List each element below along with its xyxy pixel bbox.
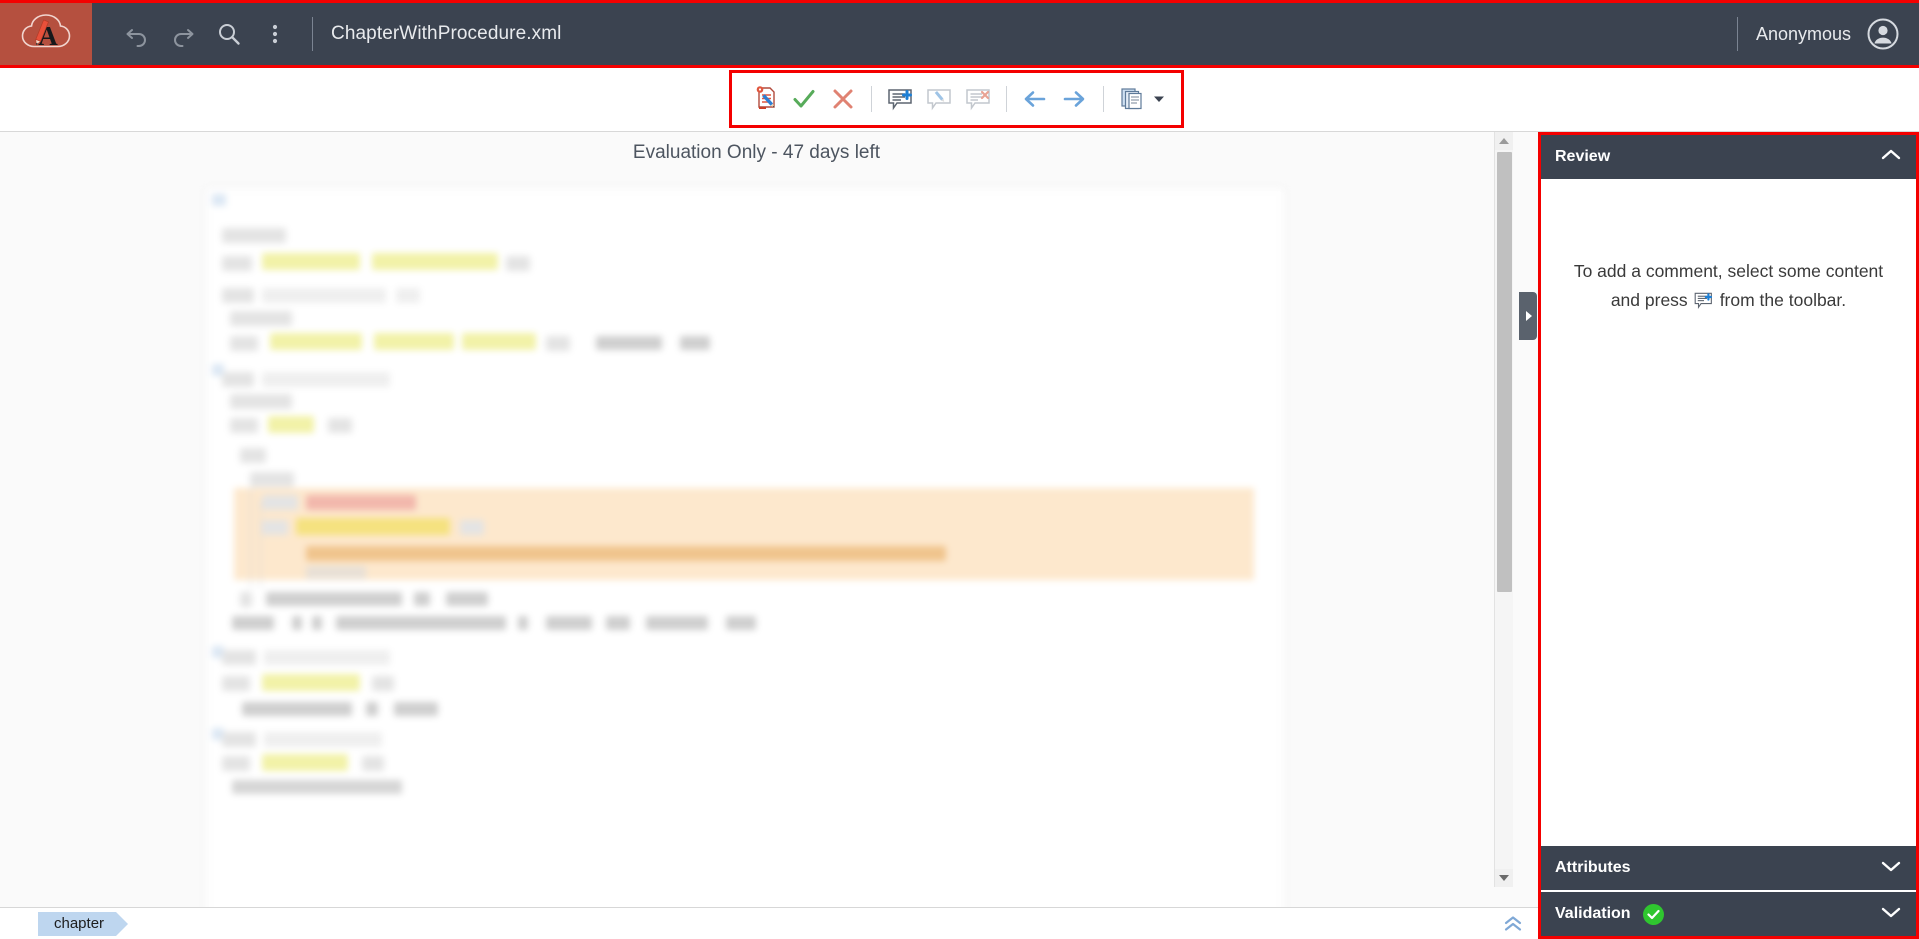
chevron-down-icon[interactable] (1880, 905, 1902, 924)
side-panel: Review To add a comment, select some con… (1538, 132, 1919, 939)
more-options-icon[interactable] (252, 11, 298, 57)
application-window: A ChapterWithProcedure.xml Anonymous Eva… (0, 0, 1919, 939)
undo-icon[interactable] (114, 11, 160, 57)
scroll-down-arrow-icon[interactable] (1495, 869, 1513, 887)
status-bar: chapter (0, 907, 1538, 939)
previous-change-icon[interactable] (1016, 78, 1055, 120)
toolbar-divider-1 (871, 86, 873, 112)
next-change-icon[interactable] (1055, 78, 1094, 120)
dropdown-caret-icon[interactable] (1151, 78, 1167, 120)
document-vertical-scrollbar[interactable] (1494, 132, 1513, 887)
header-user-area: Anonymous (1723, 3, 1919, 65)
evaluation-notice: Evaluation Only - 47 days left (632, 142, 881, 163)
attributes-panel-title: Attributes (1555, 859, 1631, 876)
search-icon[interactable] (206, 11, 252, 57)
review-panel-title: Review (1555, 148, 1611, 165)
header-spacer (561, 3, 1722, 65)
validation-panel-header[interactable]: Validation (1541, 892, 1916, 936)
reject-change-icon[interactable] (823, 78, 862, 120)
user-name-label: Anonymous (1755, 23, 1851, 44)
app-header: A ChapterWithProcedure.xml Anonymous (0, 0, 1919, 68)
remove-comment-icon (958, 78, 997, 120)
double-chevron-up-icon[interactable] (1502, 914, 1524, 934)
add-comment-icon[interactable] (881, 78, 920, 120)
validation-status-badge (1642, 903, 1664, 925)
validation-panel-title: Validation (1555, 905, 1631, 922)
accept-change-icon[interactable] (785, 78, 824, 120)
track-changes-icon[interactable] (746, 78, 785, 120)
edit-comment-icon (920, 78, 959, 120)
add-comment-icon (1693, 291, 1715, 320)
scroll-up-arrow-icon[interactable] (1495, 132, 1513, 150)
chevron-down-icon[interactable] (1880, 859, 1902, 878)
scrollbar-thumb[interactable] (1497, 152, 1512, 592)
toolbar-divider-3 (1102, 86, 1104, 112)
document-editing-canvas[interactable] (205, 187, 1285, 907)
oxygen-xml-web-author-logo[interactable]: A (0, 3, 92, 65)
review-empty-text-after: from the toolbar. (1719, 290, 1847, 310)
chevron-up-icon[interactable] (1880, 148, 1902, 167)
header-divider-right (1736, 17, 1738, 51)
breadcrumb-item-chapter[interactable]: chapter (38, 911, 129, 936)
review-panel-body: To add a comment, select some content an… (1541, 179, 1916, 844)
avatar[interactable] (1863, 14, 1903, 54)
secondary-toolbar-strip (0, 68, 1919, 132)
attributes-panel-header[interactable]: Attributes (1541, 846, 1916, 890)
review-panel-header[interactable]: Review (1541, 135, 1916, 179)
manage-reviews-icon[interactable] (1112, 78, 1151, 120)
breadcrumb: chapter (38, 911, 129, 936)
side-panel-toggle-handle[interactable] (1519, 292, 1537, 340)
review-toolbar (729, 70, 1184, 128)
header-toolbar: ChapterWithProcedure.xml (92, 3, 561, 65)
review-empty-message: To add a comment, select some content an… (1563, 257, 1894, 320)
header-divider (312, 17, 313, 51)
document-title: ChapterWithProcedure.xml (331, 23, 562, 44)
redo-icon[interactable] (160, 11, 206, 57)
toolbar-divider-2 (1006, 86, 1008, 112)
